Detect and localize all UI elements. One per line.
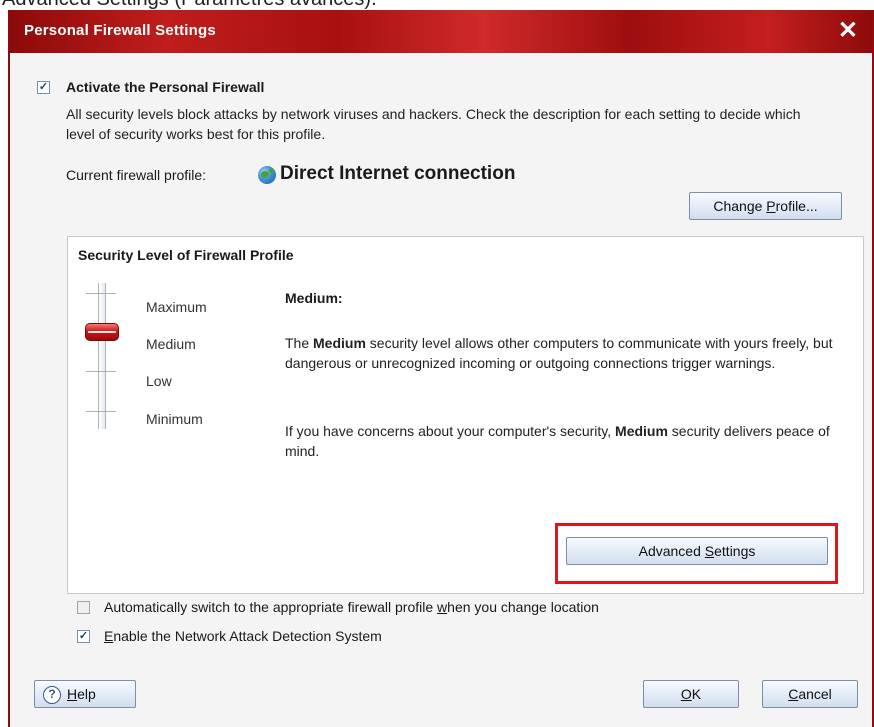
- level-label-low: Low: [146, 373, 172, 389]
- level-label-medium: Medium: [146, 336, 196, 352]
- firewall-settings-dialog: Personal Firewall Settings ✕ ✓ Activate …: [8, 10, 874, 727]
- help-button[interactable]: ? Help: [34, 680, 136, 708]
- security-group-title: Security Level of Firewall Profile: [78, 247, 294, 263]
- slider-thumb[interactable]: [85, 323, 119, 341]
- globe-icon: [258, 166, 276, 184]
- enable-nads-checkbox[interactable]: ✓: [77, 630, 90, 643]
- slider-tick-minimum: [86, 411, 116, 412]
- auto-switch-profile-checkbox[interactable]: [77, 601, 90, 614]
- help-icon: ?: [43, 686, 61, 705]
- security-level-heading: Medium:: [285, 290, 343, 306]
- dialog-title: Personal Firewall Settings: [24, 22, 216, 39]
- change-profile-button[interactable]: Change Profile...: [689, 192, 842, 220]
- security-level-group: Security Level of Firewall Profile Maxim…: [67, 236, 864, 594]
- security-advice-text: If you have concerns about your computer…: [285, 423, 830, 459]
- close-icon[interactable]: ✕: [838, 16, 858, 45]
- page-caption: Advanced Settings (Paramètres avancés).: [0, 0, 874, 10]
- current-profile-name: Direct Internet connection: [280, 163, 516, 184]
- slider-tick-low: [86, 371, 116, 372]
- activate-firewall-label: Activate the Personal Firewall: [66, 79, 265, 95]
- activate-firewall-description: All security levels block attacks by net…: [66, 106, 801, 142]
- current-profile-label: Current firewall profile:: [66, 167, 207, 183]
- auto-switch-profile-label: Automatically switch to the appropriate …: [104, 599, 599, 615]
- slider-tick-maximum: [86, 293, 116, 294]
- level-label-maximum: Maximum: [146, 299, 207, 315]
- advanced-settings-button[interactable]: Advanced Settings: [566, 537, 828, 565]
- slider-track[interactable]: [98, 283, 106, 429]
- title-bar: Personal Firewall Settings ✕: [10, 10, 872, 53]
- security-level-description: The Medium security level allows other c…: [285, 335, 833, 371]
- cancel-button[interactable]: Cancel: [762, 680, 858, 708]
- ok-button[interactable]: OK: [643, 680, 739, 708]
- enable-nads-label: Enable the Network Attack Detection Syst…: [104, 628, 382, 644]
- caption-text: Advanced Settings (Paramètres avancés).: [2, 0, 377, 10]
- activate-firewall-checkbox[interactable]: ✓: [37, 81, 50, 94]
- level-label-minimum: Minimum: [146, 411, 203, 427]
